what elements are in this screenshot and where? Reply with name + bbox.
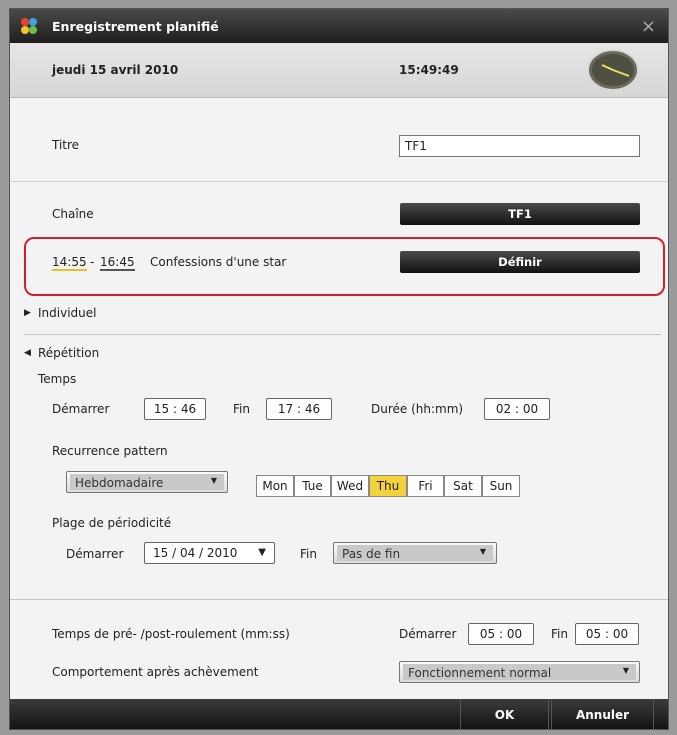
plage-end-value: Pas de fin bbox=[337, 545, 493, 561]
plage-start-label: Démarrer bbox=[66, 547, 124, 561]
temps-end-input[interactable]: 17 : 46 bbox=[266, 398, 332, 420]
behavior-label: Comportement après achèvement bbox=[52, 665, 259, 679]
behavior-select[interactable]: Fonctionnement normal ▼ bbox=[399, 661, 640, 683]
day-toggle-fri[interactable]: Fri bbox=[407, 475, 444, 497]
day-toggle-thu[interactable]: Thu bbox=[369, 475, 407, 497]
ok-button[interactable]: OK bbox=[460, 699, 549, 729]
preroll-end-input[interactable]: 05 : 00 bbox=[575, 623, 639, 645]
recurrence-label: Recurrence pattern bbox=[52, 444, 168, 458]
title-bar: Enregistrement planifié × bbox=[10, 9, 668, 43]
channel-button[interactable]: TF1 bbox=[400, 203, 640, 225]
dropdown-arrow-icon: ▼ bbox=[479, 547, 486, 556]
title-input[interactable]: TF1 bbox=[399, 135, 640, 157]
define-button[interactable]: Définir bbox=[400, 251, 640, 273]
temps-end-label: Fin bbox=[233, 402, 250, 416]
current-date: jeudi 15 avril 2010 bbox=[52, 63, 179, 77]
program-name: Confessions d'une star bbox=[150, 255, 287, 269]
temps-start-input[interactable]: 15 : 46 bbox=[144, 398, 206, 420]
channel-label: Chaîne bbox=[52, 207, 94, 221]
recurrence-pattern-value: Hebdomadaire bbox=[70, 474, 224, 490]
individual-label: Individuel bbox=[38, 306, 97, 320]
duration-input[interactable]: 02 : 00 bbox=[484, 398, 550, 420]
program-start-time: 14:55 bbox=[52, 255, 87, 271]
individual-section-toggle[interactable]: ▶ Individuel bbox=[24, 306, 224, 324]
clock-icon bbox=[587, 49, 639, 91]
program-end-time: 16:45 bbox=[100, 255, 135, 271]
day-toggle-sun[interactable]: Sun bbox=[482, 475, 520, 497]
scheduled-recording-dialog: Enregistrement planifié × jeudi 15 avril… bbox=[9, 8, 669, 730]
collapse-arrow-icon: ◀ bbox=[24, 348, 31, 358]
plage-start-date-picker[interactable]: 15 / 04 / 2010 ▼ bbox=[144, 542, 275, 564]
day-toggle-mon[interactable]: Mon bbox=[256, 475, 294, 497]
recurrence-pattern-select[interactable]: Hebdomadaire ▼ bbox=[66, 471, 228, 493]
window-title: Enregistrement planifié bbox=[52, 19, 219, 34]
close-icon[interactable]: × bbox=[641, 16, 656, 37]
day-toggle-tue[interactable]: Tue bbox=[294, 475, 331, 497]
divider bbox=[10, 599, 668, 600]
repetition-section-toggle[interactable]: ◀ Répétition bbox=[24, 346, 224, 364]
plage-end-select[interactable]: Pas de fin ▼ bbox=[333, 542, 497, 564]
divider bbox=[24, 334, 661, 335]
current-time: 15:49:49 bbox=[399, 63, 459, 77]
dropdown-arrow-icon: ▼ bbox=[210, 476, 217, 485]
duration-label: Durée (hh:mm) bbox=[371, 402, 464, 416]
preroll-start-label: Démarrer bbox=[399, 627, 457, 641]
dialog-footer: OK Annuler bbox=[10, 699, 668, 729]
title-label: Titre bbox=[52, 138, 80, 152]
date-time-header: jeudi 15 avril 2010 15:49:49 bbox=[10, 43, 668, 98]
dropdown-arrow-icon: ▼ bbox=[622, 666, 629, 675]
repetition-label: Répétition bbox=[38, 346, 100, 360]
plage-label: Plage de périodicité bbox=[52, 516, 172, 530]
program-time-dash: - bbox=[90, 255, 95, 269]
plage-end-label: Fin bbox=[300, 547, 317, 561]
divider bbox=[10, 181, 668, 182]
day-toggle-sat[interactable]: Sat bbox=[444, 475, 482, 497]
expand-arrow-icon: ▶ bbox=[24, 308, 31, 318]
behavior-value: Fonctionnement normal bbox=[403, 664, 636, 680]
cancel-button[interactable]: Annuler bbox=[551, 699, 654, 729]
dropdown-arrow-icon: ▼ bbox=[258, 547, 266, 558]
temps-start-label: Démarrer bbox=[52, 402, 110, 416]
day-toggle-wed[interactable]: Wed bbox=[331, 475, 369, 497]
app-logo-icon bbox=[21, 18, 37, 34]
temps-label: Temps bbox=[38, 372, 77, 386]
plage-start-date-value: 15 / 04 / 2010 bbox=[153, 546, 238, 560]
preroll-end-label: Fin bbox=[551, 627, 568, 641]
preroll-start-input[interactable]: 05 : 00 bbox=[468, 623, 534, 645]
preroll-label: Temps de pré- /post-roulement (mm:ss) bbox=[52, 627, 290, 641]
